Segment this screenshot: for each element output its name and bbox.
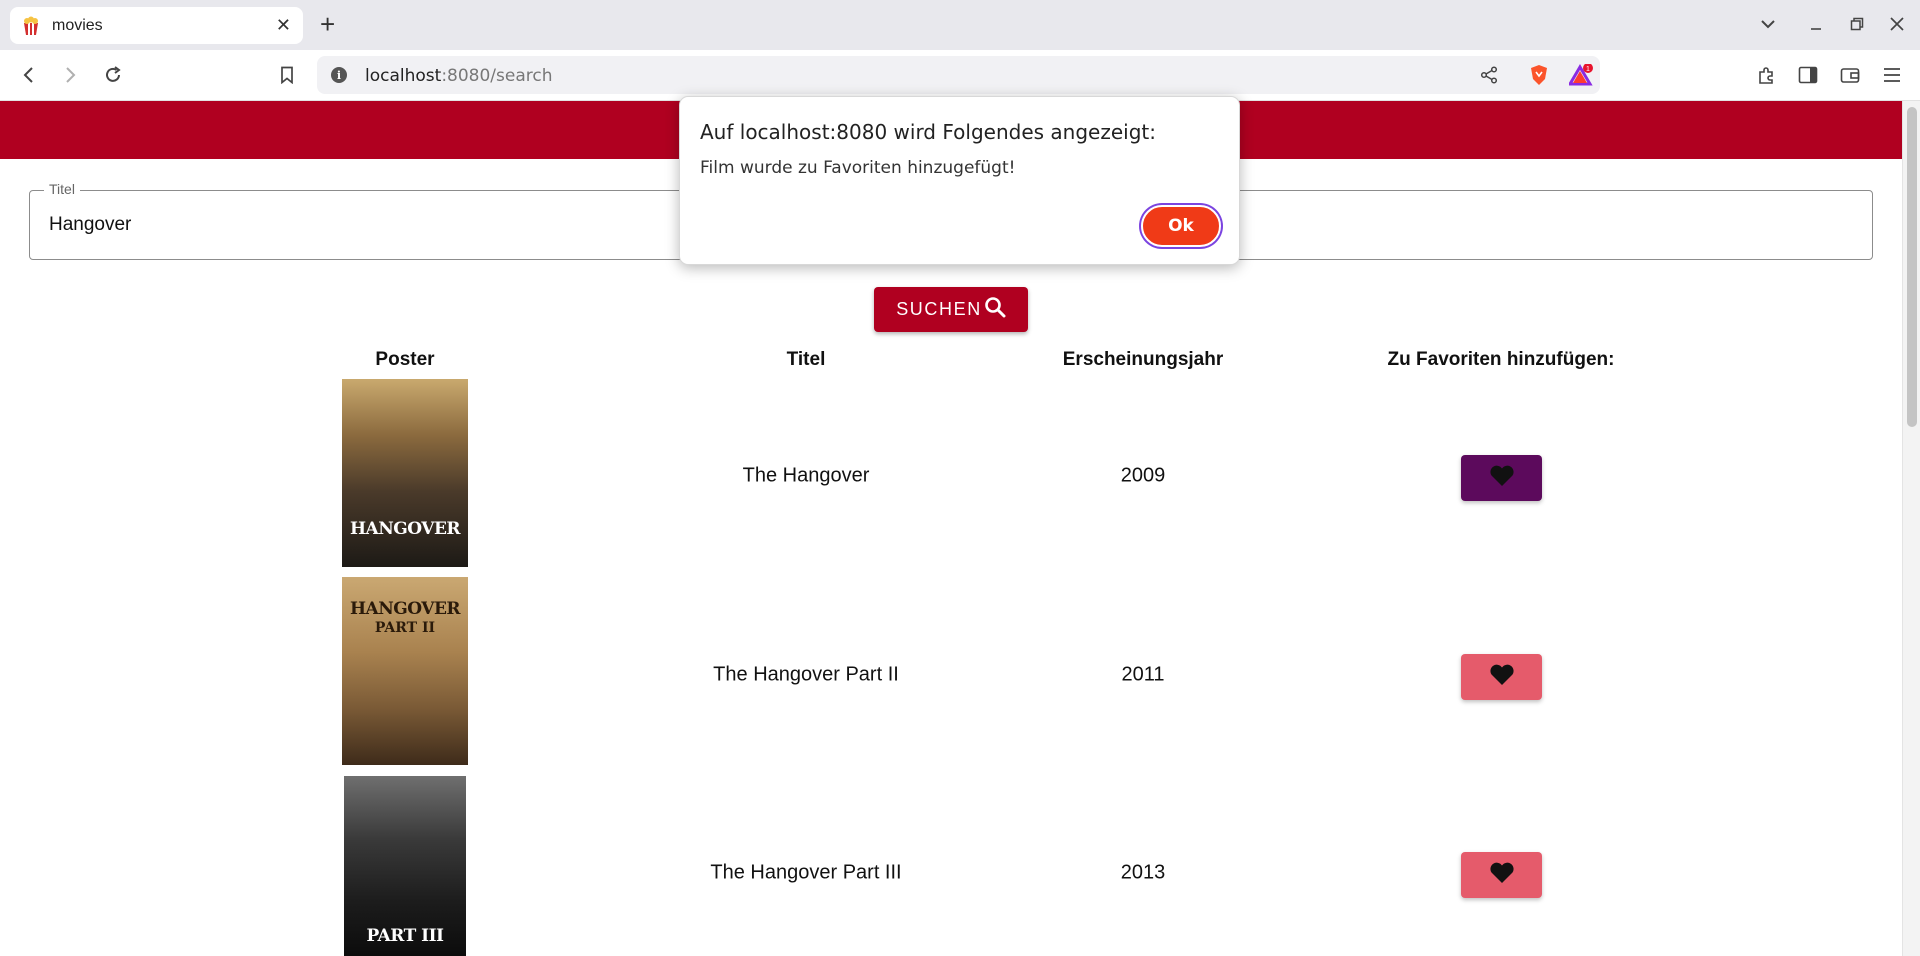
tab-close-icon[interactable]: ✕	[276, 15, 291, 36]
back-icon[interactable]	[16, 62, 42, 88]
dialog-ok-button[interactable]: Ok	[1141, 205, 1221, 247]
page-scrollbar[interactable]	[1902, 101, 1920, 956]
search-button[interactable]: SUCHEN	[874, 287, 1028, 332]
scrollbar-thumb[interactable]	[1907, 107, 1917, 427]
alert-dialog: Auf localhost:8080 wird Folgendes angeze…	[679, 96, 1240, 265]
address-bar[interactable]: i localhost:8080/search	[317, 56, 1600, 94]
brave-shields-icon[interactable]	[1527, 63, 1551, 87]
reload-icon[interactable]	[100, 62, 126, 88]
heart-icon	[1489, 862, 1515, 889]
heart-icon	[1489, 664, 1515, 691]
movie-title: The Hangover	[742, 464, 870, 487]
search-icon	[982, 296, 1006, 323]
movie-year: 2011	[1121, 663, 1165, 686]
menu-icon[interactable]	[1880, 63, 1904, 87]
dialog-title: Auf localhost:8080 wird Folgendes angeze…	[700, 120, 1156, 144]
add-favorite-button[interactable]	[1461, 852, 1542, 898]
extensions-icon[interactable]	[1755, 63, 1779, 87]
column-header-favorite: Zu Favoriten hinzufügen:	[1387, 349, 1615, 370]
poster-title-text: HANGOVER	[349, 599, 461, 619]
bookmark-icon[interactable]	[274, 62, 300, 88]
browser-tab[interactable]: movies ✕	[10, 7, 303, 44]
search-button-label: SUCHEN	[896, 299, 982, 319]
title-search-label: Titel	[44, 181, 80, 197]
movie-poster-image: HANGOVER PART II	[342, 577, 468, 765]
movie-poster-image: HANGOVER	[342, 379, 468, 567]
column-header-title: Titel	[786, 349, 826, 370]
tab-list-chevron-icon[interactable]	[1756, 12, 1780, 36]
dialog-message: Film wurde zu Favoriten hinzugefügt!	[700, 158, 1016, 178]
minimize-icon[interactable]	[1804, 12, 1828, 36]
movie-title: The Hangover Part III	[710, 861, 902, 884]
browser-toolbar: i localhost:8080/search 1	[0, 50, 1920, 101]
poster-title-text: HANGOVER	[349, 519, 461, 539]
wallet-icon[interactable]	[1838, 63, 1862, 87]
column-header-poster: Poster	[375, 349, 435, 370]
notification-count: 1	[1586, 66, 1590, 73]
new-tab-icon[interactable]: +	[320, 10, 335, 38]
popcorn-icon	[22, 16, 40, 36]
site-info-icon[interactable]: i	[331, 67, 347, 83]
forward-icon[interactable]	[57, 62, 83, 88]
movie-poster-image: PART III	[344, 776, 466, 956]
column-header-year: Erscheinungsjahr	[1062, 349, 1224, 370]
movie-title: The Hangover Part II	[713, 663, 899, 686]
movie-year: 2009	[1120, 464, 1166, 487]
add-favorite-button[interactable]	[1461, 654, 1542, 700]
share-icon[interactable]	[1477, 63, 1501, 87]
add-favorite-button[interactable]	[1461, 455, 1542, 501]
restore-icon[interactable]	[1845, 12, 1869, 36]
poster-tagline-text: PART II	[374, 620, 436, 636]
browser-tabstrip: movies ✕ +	[0, 0, 1920, 50]
brave-rewards-icon[interactable]: 1	[1569, 63, 1593, 87]
url-text[interactable]: localhost:8080/search	[365, 66, 553, 86]
tab-title: movies	[52, 16, 103, 34]
sidebar-icon[interactable]	[1796, 63, 1820, 87]
poster-title-text: PART III	[366, 926, 445, 946]
heart-icon	[1489, 465, 1515, 492]
movie-year: 2013	[1120, 861, 1166, 884]
close-window-icon[interactable]	[1885, 12, 1909, 36]
